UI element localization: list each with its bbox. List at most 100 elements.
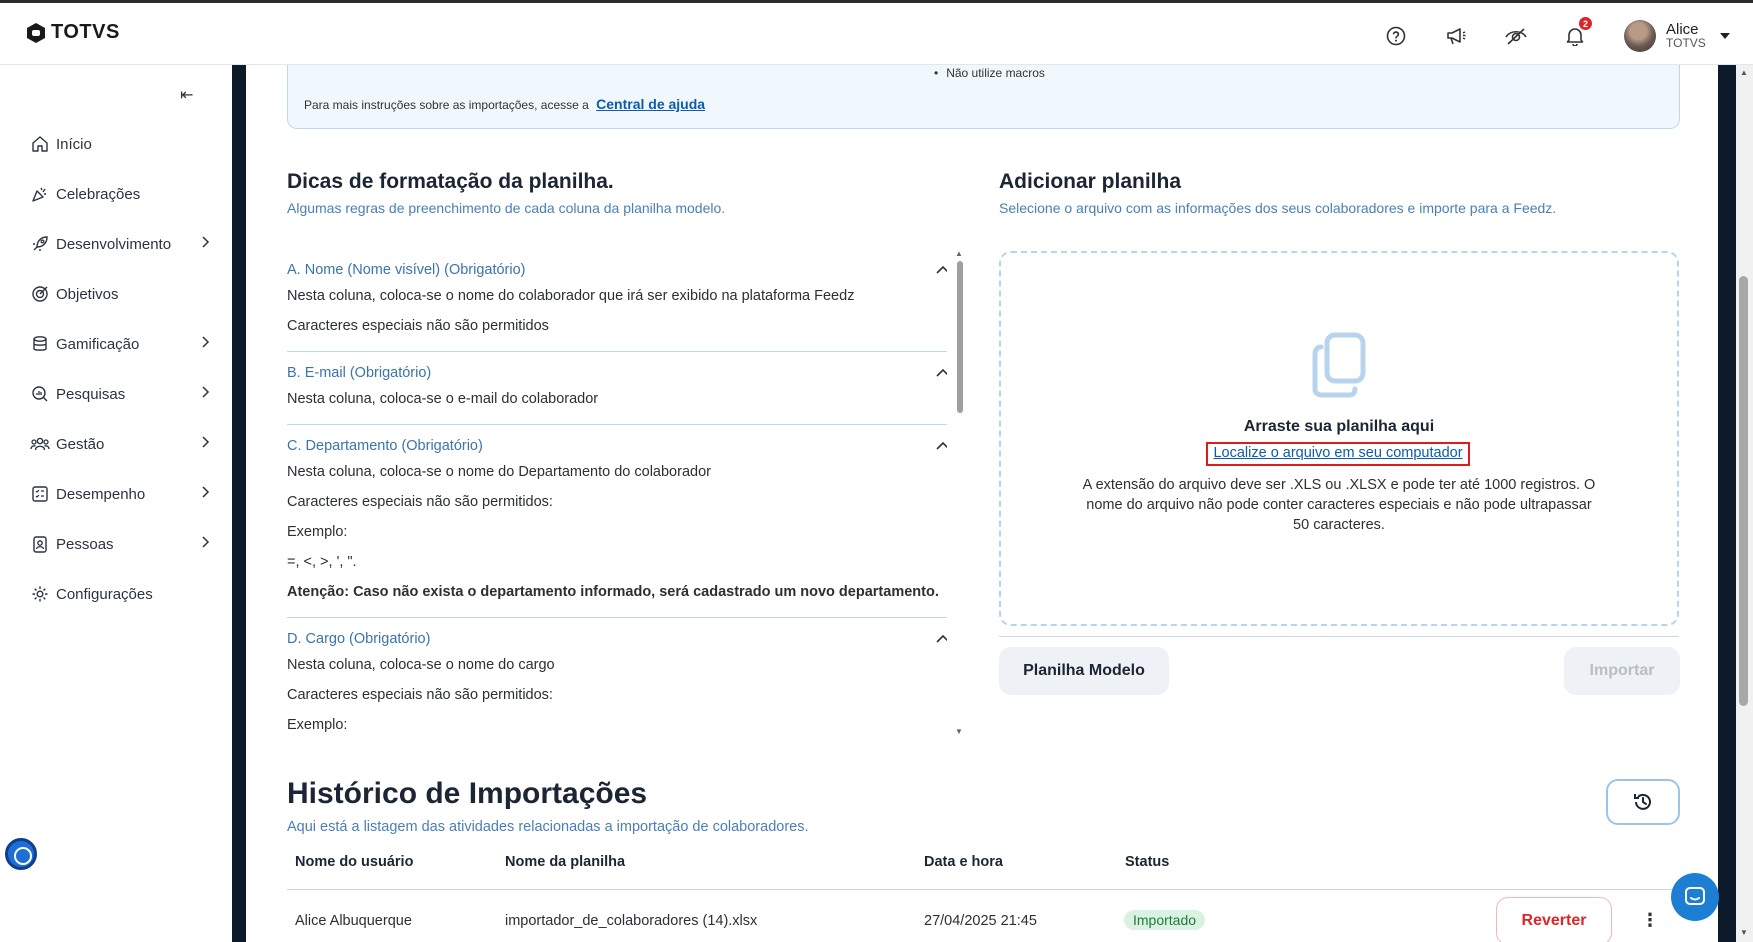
- sidebar-item-celebracoes[interactable]: Celebrações: [30, 180, 210, 208]
- sidebar-item-pesquisas[interactable]: Pesquisas: [30, 380, 210, 408]
- sidebar-item-configuracoes[interactable]: Configurações: [30, 580, 210, 608]
- history-title: Histórico de Importações: [287, 777, 648, 810]
- tip-line: =, <, >, ', ".: [287, 554, 357, 570]
- chevron-up-icon[interactable]: [936, 262, 947, 280]
- sidebar-item-label: Gamificação: [56, 335, 140, 353]
- tip-header[interactable]: C. Departamento (Obrigatório): [287, 435, 947, 457]
- import-button[interactable]: Importar: [1564, 647, 1680, 695]
- eye-off-icon[interactable]: [1503, 23, 1529, 49]
- revert-button[interactable]: Reverter: [1496, 897, 1612, 942]
- logo-text: TOTVS: [51, 21, 120, 43]
- tips-scrollbar-thumb[interactable]: [957, 261, 963, 413]
- column-header-datetime: Data e hora: [924, 854, 1003, 870]
- chat-button[interactable]: [1671, 873, 1719, 921]
- badge-icon: [30, 534, 50, 554]
- history-button[interactable]: [1606, 779, 1680, 825]
- team-icon: [30, 434, 50, 454]
- tip-line: Nesta coluna, coloca-se o nome do cargo: [287, 657, 555, 673]
- chevron-right-icon: [200, 235, 210, 253]
- coins-icon: [30, 334, 50, 354]
- cell-datetime: 27/04/2025 21:45: [924, 913, 1037, 929]
- notification-badge: 2: [1579, 17, 1592, 30]
- sidebar-item-gamificacao[interactable]: Gamificação: [30, 330, 210, 358]
- top-header: TOTVS 2 Alice TOTVS: [0, 3, 1753, 65]
- history-icon: [1634, 793, 1651, 810]
- tip-item-nome: A. Nome (Nome visível) (Obrigatório) Nes…: [287, 249, 947, 352]
- tip-line: Nesta coluna, coloca-se o nome do Depart…: [287, 464, 711, 480]
- scroll-down-arrow-icon[interactable]: ▼: [1740, 928, 1748, 937]
- caret-down-icon: [1719, 33, 1730, 39]
- sidebar-item-pessoas[interactable]: Pessoas: [30, 530, 210, 558]
- sidebar-item-label: Celebrações: [56, 185, 141, 203]
- sidebar-item-inicio[interactable]: Início: [30, 130, 210, 158]
- totvs-logo-icon: [27, 22, 45, 43]
- tips-scrollbar[interactable]: ▲ ▼: [955, 249, 965, 739]
- gear-icon: [30, 584, 50, 604]
- upload-subtitle: Selecione o arquivo com as informações d…: [999, 200, 1557, 216]
- tips-list[interactable]: A. Nome (Nome visível) (Obrigatório) Nes…: [287, 249, 947, 739]
- tip-header[interactable]: A. Nome (Nome visível) (Obrigatório): [287, 259, 947, 281]
- sidebar-item-label: Início: [56, 135, 92, 153]
- tip-line: Caracteres especiais não são permitidos:: [287, 494, 553, 510]
- megaphone-icon[interactable]: [1443, 23, 1469, 49]
- chevron-up-icon[interactable]: [936, 631, 947, 649]
- accessibility-icon[interactable]: [5, 838, 37, 870]
- sidebar-item-label: Desenvolvimento: [56, 235, 172, 253]
- help-center-link[interactable]: Central de ajuda: [596, 96, 705, 112]
- scroll-up-arrow-icon[interactable]: ▲: [955, 249, 963, 258]
- page-scrollbar-thumb[interactable]: [1739, 276, 1748, 706]
- chevron-right-icon: [200, 435, 210, 453]
- rocket-icon: [30, 234, 50, 254]
- chevron-right-icon: [200, 385, 210, 403]
- sidebar-item-label: Configurações: [56, 585, 153, 603]
- user-org: TOTVS: [1666, 36, 1706, 50]
- tip-header[interactable]: B. E-mail (Obrigatório): [287, 362, 947, 384]
- collapse-sidebar-icon[interactable]: ⇤: [180, 85, 193, 105]
- instructions-text: Para mais instruções sobre as importaçõe…: [304, 96, 705, 112]
- divider: [999, 636, 1679, 637]
- checklist-icon: [30, 484, 50, 504]
- chat-icon: [1685, 887, 1705, 905]
- chevron-right-icon: [200, 485, 210, 503]
- tip-item-email: B. E-mail (Obrigatório) Nesta coluna, co…: [287, 352, 947, 425]
- copy-file-icon: [1312, 332, 1366, 398]
- file-dropzone[interactable]: Arraste sua planilha aqui Localize o arq…: [999, 251, 1679, 626]
- column-header-file: Nome da planilha: [505, 854, 626, 870]
- tip-line: Nesta coluna, coloca-se o e-mail do cola…: [287, 391, 599, 407]
- cell-file: importador_de_colaboradores (14).xlsx: [505, 913, 758, 929]
- totvs-logo[interactable]: TOTVS: [26, 21, 120, 44]
- tip-warning: Atenção: Caso não exista o departamento …: [287, 584, 939, 600]
- bell-icon[interactable]: 2: [1562, 17, 1592, 49]
- template-spreadsheet-button[interactable]: Planilha Modelo: [999, 647, 1169, 695]
- more-options-icon[interactable]: ⋮: [1641, 910, 1659, 931]
- column-header-status: Status: [1125, 854, 1170, 870]
- survey-icon: [30, 384, 50, 404]
- tips-subtitle: Algumas regras de preenchimento de cada …: [287, 200, 726, 216]
- home-icon: [30, 134, 50, 154]
- target-icon: [30, 284, 50, 304]
- chevron-up-icon[interactable]: [936, 365, 947, 383]
- tip-header[interactable]: D. Cargo (Obrigatório): [287, 628, 947, 650]
- chevron-right-icon: [200, 535, 210, 553]
- tips-title: Dicas de formatação da planilha.: [287, 170, 614, 193]
- help-icon[interactable]: [1383, 23, 1409, 49]
- sidebar-item-gestao[interactable]: Gestão: [30, 430, 210, 458]
- sidebar-item-desempenho[interactable]: Desempenho: [30, 480, 210, 508]
- history-subtitle: Aqui está a listagem das atividades rela…: [287, 819, 809, 835]
- browse-file-link[interactable]: Localize o arquivo em seu computador: [1206, 442, 1470, 466]
- chevron-up-icon[interactable]: [936, 438, 947, 456]
- dropzone-description: A extensão do arquivo deve ser .XLS ou .…: [1082, 477, 1596, 533]
- tip-line: Exemplo:: [287, 717, 348, 733]
- sidebar-item-objetivos[interactable]: Objetivos: [30, 280, 210, 308]
- sidebar-item-label: Pesquisas: [56, 385, 126, 403]
- user-menu[interactable]: Alice TOTVS: [1624, 20, 1730, 52]
- main-content: Não utilize macros Para mais instruções …: [246, 65, 1718, 942]
- sidebar-item-desenvolvimento[interactable]: Desenvolvimento: [30, 230, 210, 258]
- chevron-right-icon: [200, 335, 210, 353]
- tip-item-cargo: D. Cargo (Obrigatório) Nesta coluna, col…: [287, 618, 947, 739]
- scroll-down-arrow-icon[interactable]: ▼: [955, 727, 963, 736]
- import-instructions-box: Não utilize macros Para mais instruções …: [287, 65, 1680, 129]
- instruction-bullet: Não utilize macros: [934, 66, 1045, 80]
- cell-user: Alice Albuquerque: [295, 913, 412, 929]
- scroll-up-arrow-icon[interactable]: ▲: [1740, 68, 1748, 77]
